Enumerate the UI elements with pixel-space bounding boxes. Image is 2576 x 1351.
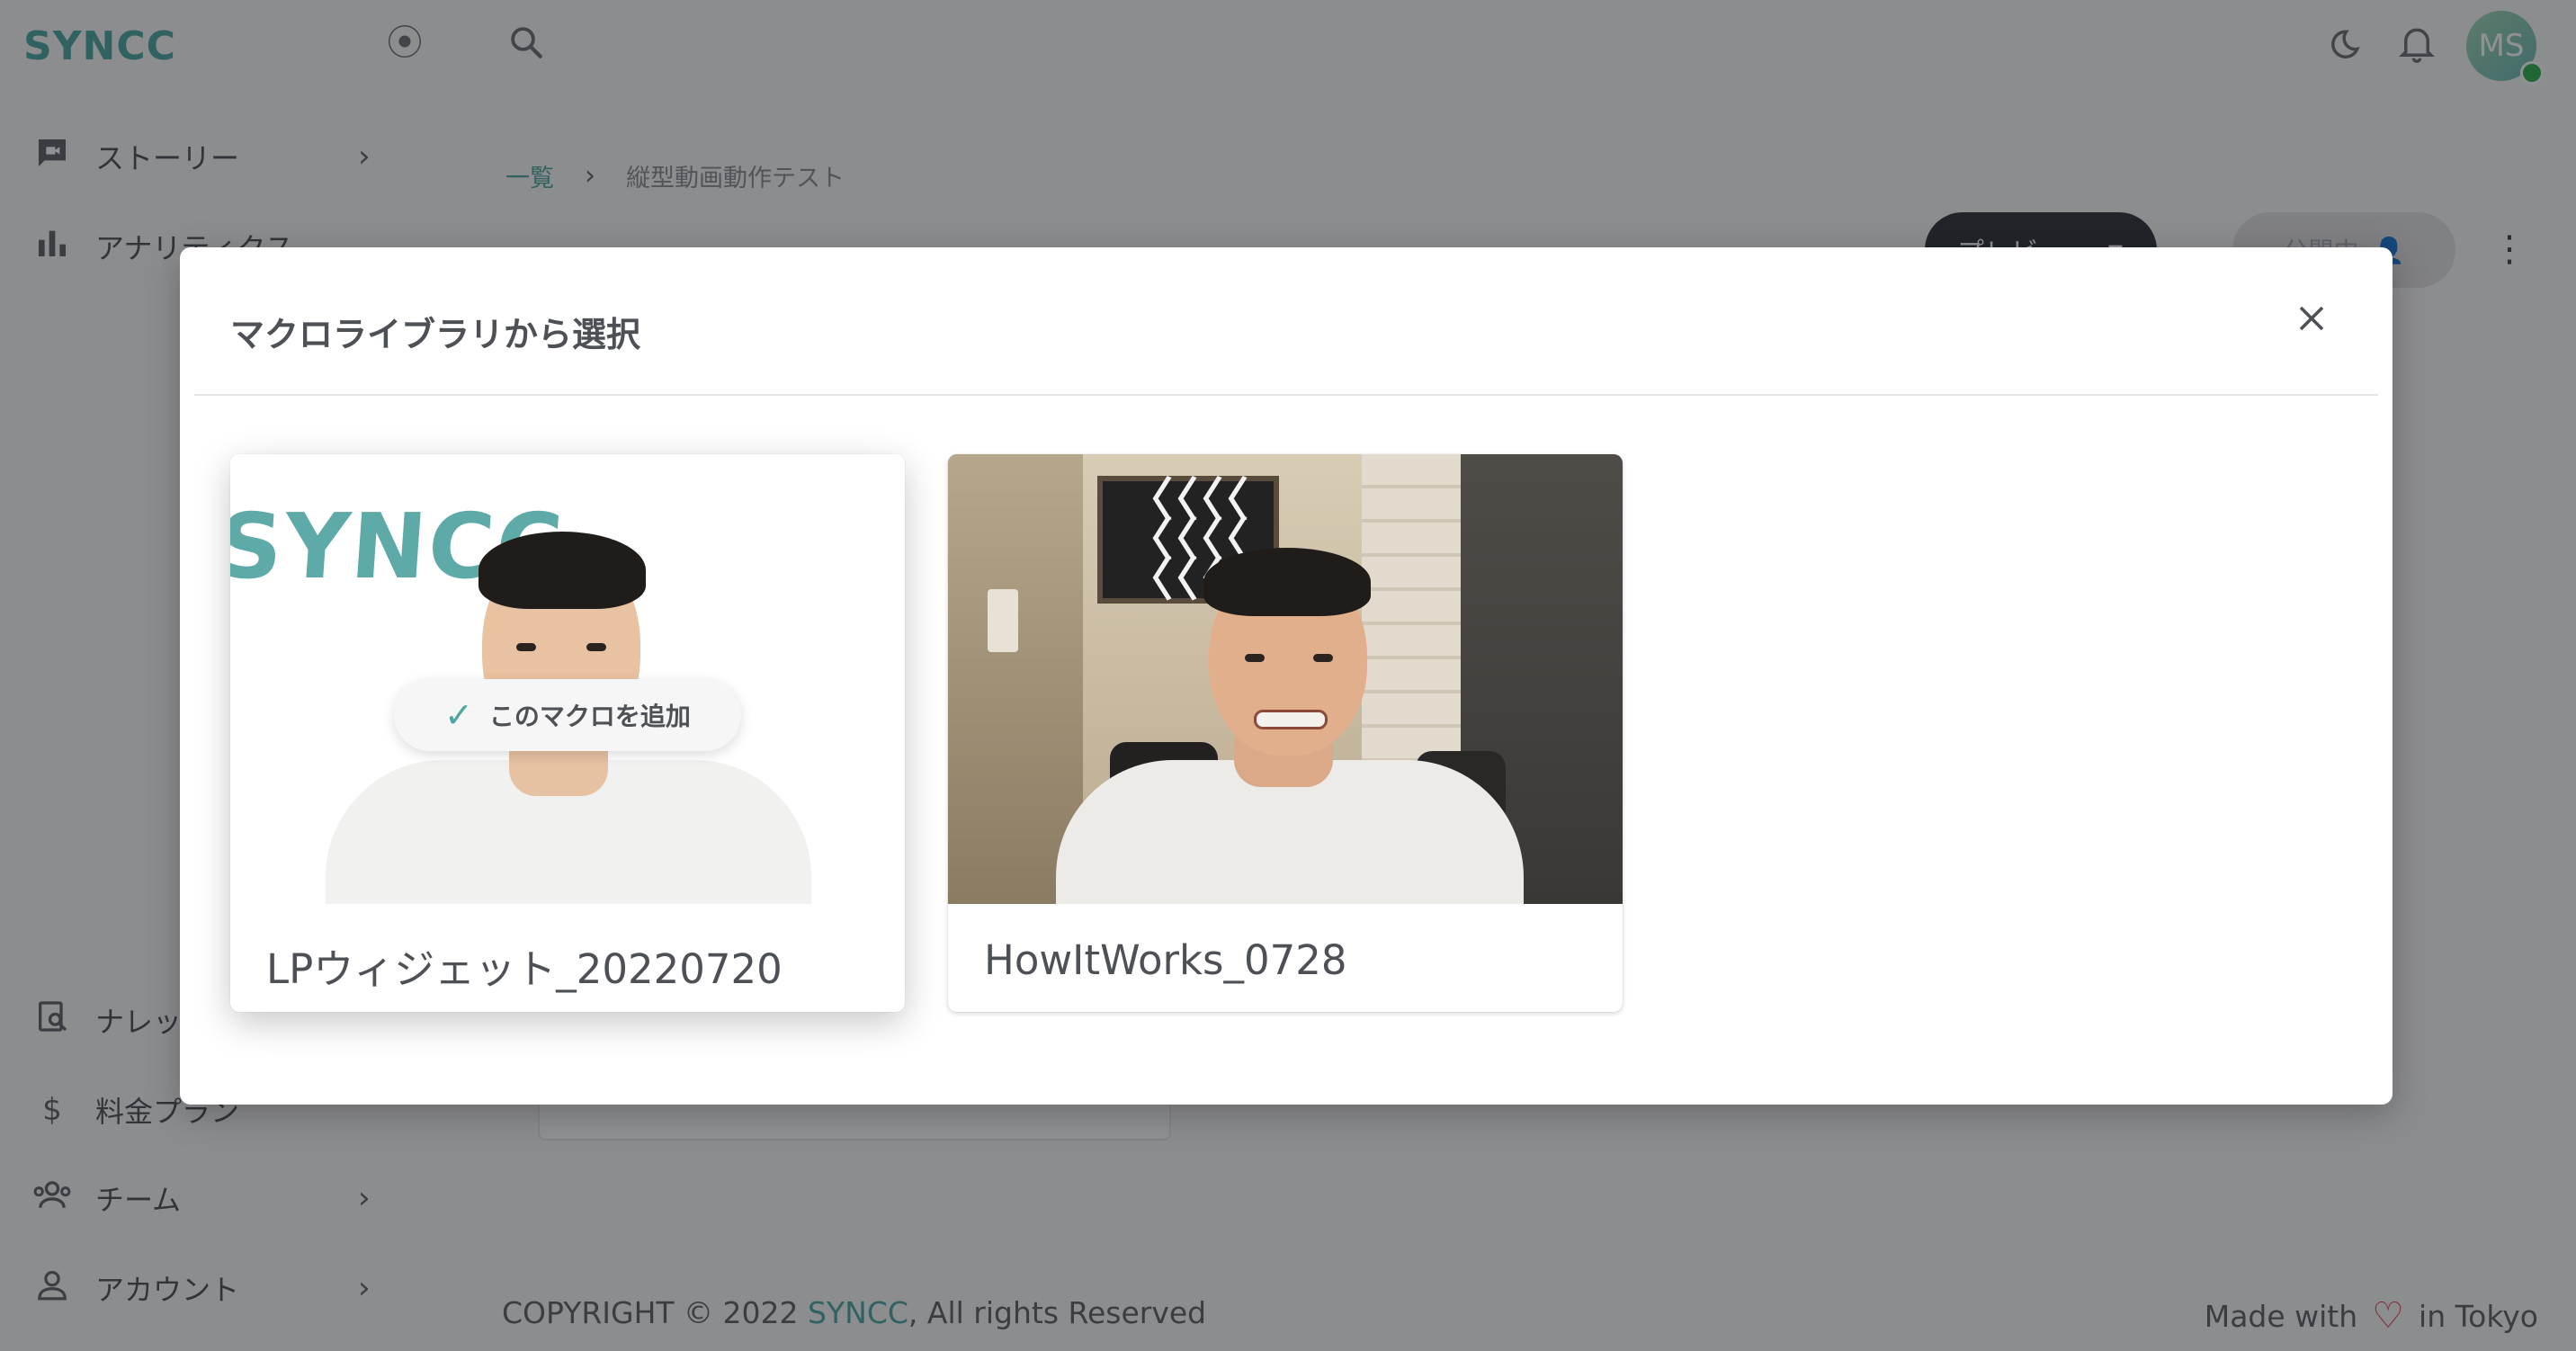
person-eye (586, 643, 606, 651)
intercom (988, 589, 1018, 652)
person-eye (516, 643, 536, 651)
dialog-title: マクロライブラリから選択 (230, 315, 641, 354)
person-smile (1254, 710, 1328, 729)
close-icon[interactable] (2295, 300, 2328, 341)
add-macro-label: このマクロを追加 (488, 702, 691, 731)
add-macro-button[interactable]: ✓ このマクロを追加 (394, 679, 741, 751)
dialog-divider (194, 394, 2378, 396)
macro-thumbnail: 〈〈〈〈 〈〈〈〈 〈〈〈〈 (948, 454, 1623, 904)
macro-card-howitworks[interactable]: 〈〈〈〈 〈〈〈〈 〈〈〈〈 HowItWorks_0728 (948, 454, 1623, 1012)
person-eye (1245, 654, 1265, 662)
macro-card-title: HowItWorks_0728 (984, 936, 1347, 984)
macro-card-lp-widget[interactable]: SYNCC ✓ このマクロを追加 LPウィジェット_20220720 (230, 454, 905, 1012)
person-hair (1203, 548, 1371, 616)
person-eye (1313, 654, 1333, 662)
check-icon: ✓ (444, 695, 473, 735)
person-hair (479, 532, 646, 609)
macro-card-title: LPウィジェット_20220720 (266, 945, 783, 993)
macro-library-dialog: マクロライブラリから選択 SYNCC ✓ このマクロを追加 LPウィジェット_2… (180, 247, 2393, 1105)
